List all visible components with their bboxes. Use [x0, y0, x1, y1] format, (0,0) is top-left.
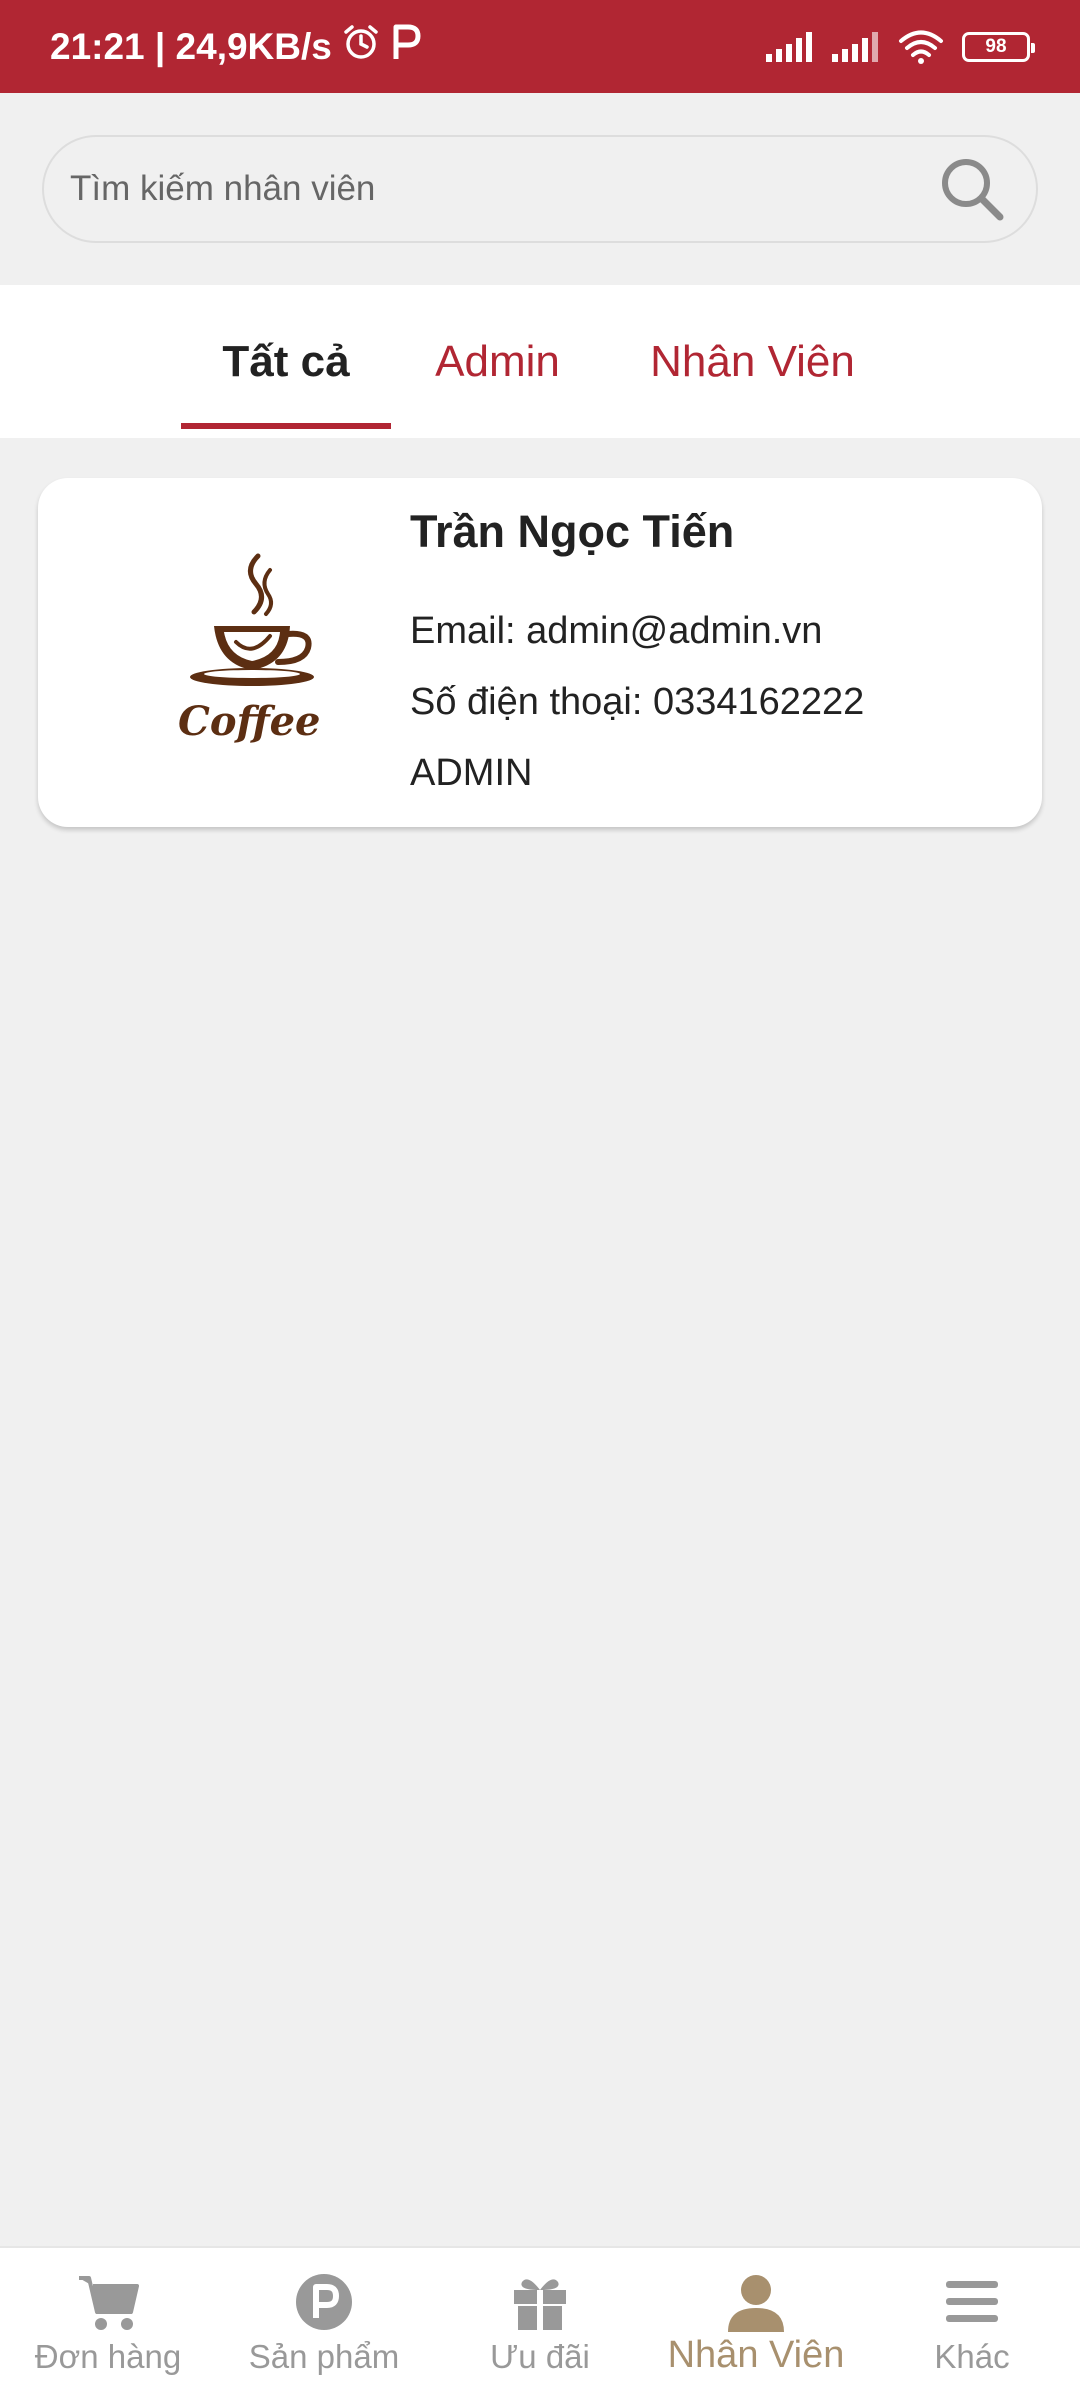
coffee-logo: Coffee [178, 548, 338, 768]
search-bar[interactable] [42, 135, 1038, 243]
tab-admin-label: Admin [435, 336, 560, 386]
tab-admin[interactable]: Admin [420, 285, 575, 438]
nav-more[interactable]: Khác [864, 2248, 1080, 2400]
tab-all-label: Tất cả [222, 336, 350, 386]
wifi-icon [898, 30, 944, 64]
tab-staff[interactable]: Nhân Viên [640, 285, 865, 438]
menu-icon [939, 2272, 1005, 2332]
status-right: 98 [766, 30, 1035, 64]
signal-icon [766, 31, 814, 62]
employee-email: Email: admin@admin.vn [410, 610, 823, 652]
person-icon [723, 2272, 789, 2332]
tab-bar: Tất cả Admin Nhân Viên [0, 285, 1080, 438]
p-letter-icon [390, 23, 422, 70]
tab-active-indicator [181, 423, 391, 429]
coffee-logo-text: Coffee [178, 698, 321, 745]
alarm-clock-icon [342, 23, 380, 70]
nav-orders[interactable]: Đơn hàng [0, 2248, 216, 2400]
status-bar: 21:21 | 24,9KB/s 98 [0, 0, 1080, 93]
status-time-speed: 21:21 | 24,9KB/s [50, 25, 332, 67]
employee-card[interactable]: Coffee Trần Ngọc Tiến Email: admin@admin… [38, 478, 1042, 827]
search-input[interactable] [70, 169, 936, 209]
nav-offers[interactable]: Ưu đãi [432, 2248, 648, 2400]
nav-staff[interactable]: Nhân Viên [648, 2248, 864, 2400]
tab-all[interactable]: Tất cả [181, 285, 391, 438]
cart-icon [75, 2272, 141, 2332]
employee-name: Trần Ngọc Tiến [410, 506, 735, 557]
nav-products-label: Sản phẩm [248, 2338, 400, 2375]
nav-orders-label: Đơn hàng [34, 2338, 182, 2375]
status-left: 21:21 | 24,9KB/s [50, 23, 422, 70]
gift-icon [507, 2272, 573, 2332]
employee-role: ADMIN [410, 752, 533, 794]
employee-info: Trần Ngọc Tiến Email: admin@admin.vn Số … [410, 506, 1010, 809]
nav-offers-label: Ưu đãi [490, 2338, 590, 2375]
bottom-nav: Đơn hàng Sản phẩm Ưu đãi Nhân Viên Khác [0, 2246, 1080, 2400]
search-icon[interactable] [936, 153, 1008, 225]
product-p-icon [291, 2272, 357, 2332]
employee-phone: Số điện thoại: 0334162222 [410, 681, 865, 723]
tab-staff-label: Nhân Viên [650, 336, 855, 386]
battery-icon: 98 [962, 31, 1035, 62]
signal-icon-2 [832, 31, 880, 62]
nav-more-label: Khác [934, 2338, 1010, 2375]
nav-products[interactable]: Sản phẩm [216, 2248, 432, 2400]
nav-staff-label: Nhân Viên [667, 2334, 845, 2376]
